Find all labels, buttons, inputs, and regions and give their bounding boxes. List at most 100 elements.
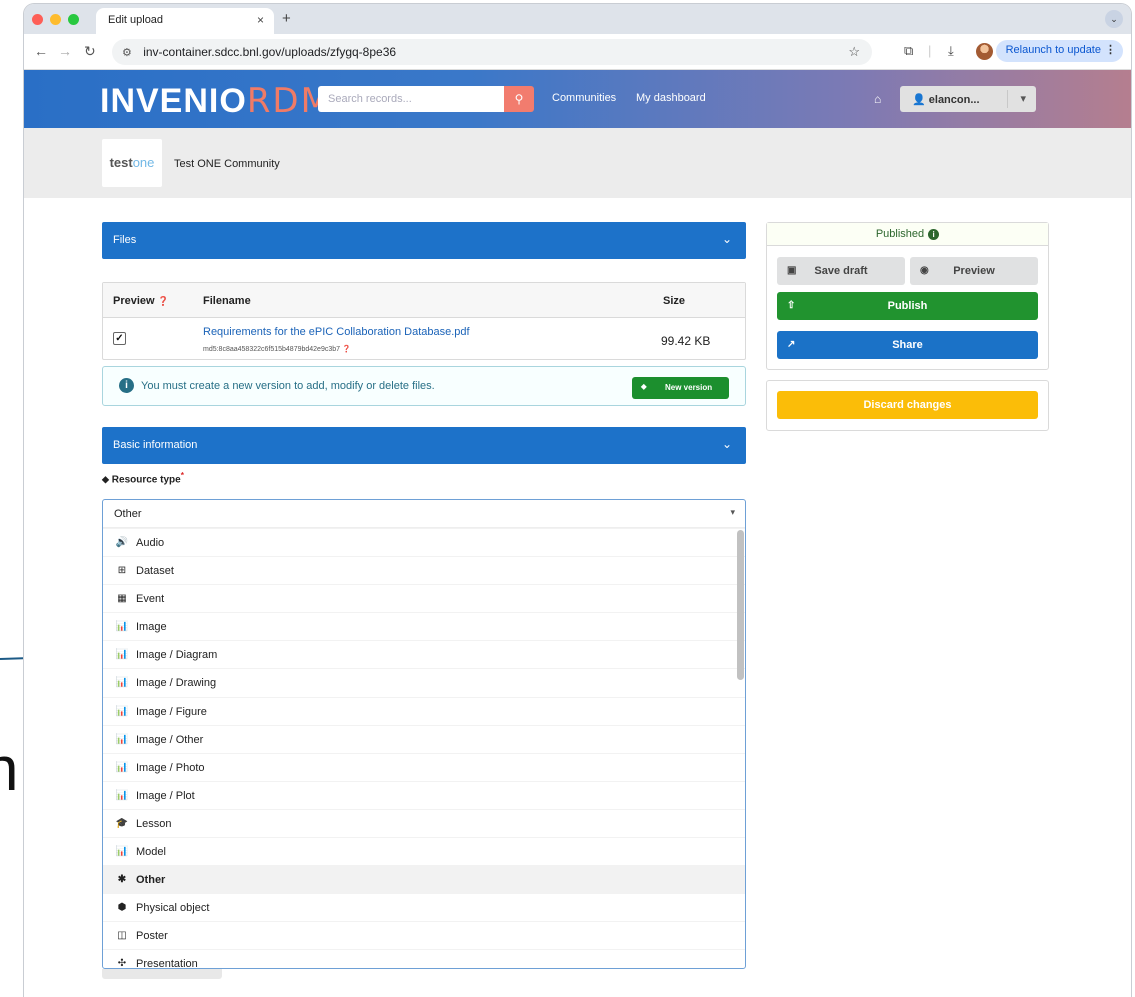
option-label: Physical object xyxy=(136,902,210,915)
option-label: Poster xyxy=(136,930,168,943)
bookmark-star-icon[interactable]: ☆ xyxy=(848,44,860,60)
status-badge: Published i xyxy=(767,223,1048,246)
info-icon: i xyxy=(119,378,134,393)
asterisk-icon: ✱ xyxy=(117,874,127,886)
chevron-down-icon: ▾ xyxy=(1020,93,1026,105)
chart-icon: 📊 xyxy=(115,789,129,801)
resource-type-option[interactable]: ⬢ Physical object xyxy=(103,893,745,921)
calendar-icon: ▦ xyxy=(117,593,127,605)
relaunch-label: Relaunch to update xyxy=(1005,44,1101,56)
option-label: Other xyxy=(136,874,166,887)
inbox-icon[interactable]: ⌂ xyxy=(874,92,881,106)
community-name[interactable]: Test ONE Community xyxy=(174,158,280,170)
discard-panel: Discard changes xyxy=(766,380,1049,431)
resource-type-option[interactable]: 📊 Image xyxy=(103,612,745,640)
option-label: Image / Plot xyxy=(136,789,195,802)
option-label: Image / Drawing xyxy=(136,677,217,690)
resource-type-option[interactable]: 📊 Image / Other xyxy=(103,724,745,753)
invenio-logo[interactable]: INVENIORDM xyxy=(100,81,332,121)
logo-text-left: INVENIO xyxy=(100,82,247,120)
chart-icon: 📊 xyxy=(115,761,129,773)
info-icon[interactable]: i xyxy=(928,229,940,240)
preview-button[interactable]: ◉ Preview xyxy=(910,257,1038,285)
browser-menu-icon[interactable]: ⋮ xyxy=(1105,43,1116,56)
preview-checkbox[interactable]: ✓ xyxy=(113,332,126,345)
resource-type-option[interactable]: ⊞ Dataset xyxy=(103,556,745,584)
community-logo-text-b: one xyxy=(132,155,155,170)
caret-down-icon: ▾ xyxy=(730,507,735,517)
table-row: ✓ Requirements for the ePIC Collaboratio… xyxy=(103,318,745,360)
option-label: Model xyxy=(136,846,166,859)
toolbar-divider: | xyxy=(928,43,932,58)
community-logo-text-a: test xyxy=(109,155,133,170)
files-accordion[interactable]: Files ⌄ xyxy=(102,222,746,259)
files-title: Files xyxy=(113,234,137,246)
browser-tab[interactable]: Edit upload × xyxy=(96,8,274,34)
new-version-notice: i You must create a new version to add, … xyxy=(102,366,746,406)
relaunch-button[interactable]: Relaunch to update ⋮ xyxy=(995,40,1123,62)
maximize-window-button[interactable] xyxy=(68,14,79,25)
back-icon[interactable]: ← xyxy=(34,43,48,59)
resource-type-option[interactable]: ◫ Poster xyxy=(103,921,745,949)
search-input[interactable]: Search records... xyxy=(318,86,504,112)
forward-icon[interactable]: → xyxy=(58,43,72,59)
resource-type-option[interactable]: 📊 Image / Photo xyxy=(103,752,745,781)
tab-search-icon[interactable]: ⌄ xyxy=(1105,10,1123,28)
resource-type-option[interactable]: 🎓 Lesson xyxy=(103,808,745,837)
close-window-button[interactable] xyxy=(32,14,43,25)
community-logo[interactable]: testone xyxy=(102,139,162,187)
resource-type-selected[interactable]: Other ▾ xyxy=(103,500,745,528)
site-info-icon[interactable]: ⚙ xyxy=(122,47,132,59)
resource-type-option[interactable]: ✱ Other xyxy=(103,865,745,894)
download-icon[interactable]: ⤓ xyxy=(948,43,954,59)
resource-type-option[interactable]: 📊 Model xyxy=(103,837,745,865)
extensions-icon[interactable]: ⧉ xyxy=(904,43,913,59)
cube-icon: ⬢ xyxy=(117,902,127,914)
chart-icon: 📊 xyxy=(115,677,129,689)
basic-info-accordion[interactable]: Basic information ⌄ xyxy=(102,427,746,464)
reload-icon[interactable]: ↻ xyxy=(84,43,96,60)
minimize-window-button[interactable] xyxy=(50,14,61,25)
discard-changes-button[interactable]: Discard changes xyxy=(777,391,1038,419)
partially-hidden-button[interactable] xyxy=(102,969,222,979)
user-menu-divider xyxy=(1007,90,1008,108)
status-text: Published xyxy=(875,228,925,240)
tab-close-icon[interactable]: × xyxy=(257,13,264,27)
option-label: Event xyxy=(136,593,165,606)
option-label: Lesson xyxy=(136,817,172,830)
resource-type-option[interactable]: 📊 Image / Diagram xyxy=(103,640,745,668)
nav-dashboard-link[interactable]: My dashboard xyxy=(636,92,706,104)
tab-strip: Edit upload × + ⌄ xyxy=(24,4,1131,34)
option-label: Image / Figure xyxy=(136,705,207,718)
file-link[interactable]: Requirements for the ePIC Collaboration … xyxy=(203,326,470,338)
option-label: Dataset xyxy=(136,565,174,578)
save-draft-button[interactable]: ▣ Save draft xyxy=(777,257,905,285)
window-controls xyxy=(32,14,79,25)
share-button[interactable]: ↗ Share xyxy=(777,331,1038,359)
dropdown-scrollbar[interactable] xyxy=(737,530,744,680)
option-label: Image xyxy=(136,621,167,634)
poster-icon: ◫ xyxy=(117,930,127,942)
site-header: INVENIORDM Search records... ⚲ Communiti… xyxy=(24,70,1131,128)
profile-avatar[interactable] xyxy=(976,43,993,60)
chart-icon: 📊 xyxy=(115,649,129,661)
search-icon[interactable]: ⚲ xyxy=(504,86,534,112)
resource-type-label: ⬥ Resource type* xyxy=(102,470,184,486)
resource-type-option[interactable]: ▦ Event xyxy=(103,584,745,612)
presentation-icon: ✣ xyxy=(117,958,127,968)
user-menu-button[interactable]: 👤 elancon... ▾ xyxy=(900,86,1036,112)
address-bar[interactable]: ⚙ inv-container.sdcc.bnl.gov/uploads/zfy… xyxy=(112,39,872,65)
new-version-button[interactable]: ⬥ New version xyxy=(632,377,729,399)
col-preview: Preview ❓ xyxy=(113,295,169,307)
new-version-label: New version xyxy=(665,383,713,392)
resource-type-dropdown[interactable]: Other ▾ 🔊 Audio ⊞ Dataset ▦ Event 📊 Image 📊 Image… xyxy=(102,499,746,969)
resource-type-option[interactable]: 📊 Image / Plot xyxy=(103,780,745,809)
resource-type-option[interactable]: 📊 Image / Drawing xyxy=(103,668,745,696)
resource-type-option[interactable]: 🔊 Audio xyxy=(103,528,745,556)
publish-button[interactable]: ⇧ Publish xyxy=(777,292,1038,320)
nav-communities-link[interactable]: Communities xyxy=(552,92,616,104)
resource-type-option[interactable]: ✣ Presentation xyxy=(103,949,745,968)
browser-toolbar: ← → ↻ ⚙ inv-container.sdcc.bnl.gov/uploa… xyxy=(24,34,1131,70)
new-tab-button[interactable]: + xyxy=(282,10,291,27)
resource-type-option[interactable]: 📊 Image / Figure xyxy=(103,696,745,725)
